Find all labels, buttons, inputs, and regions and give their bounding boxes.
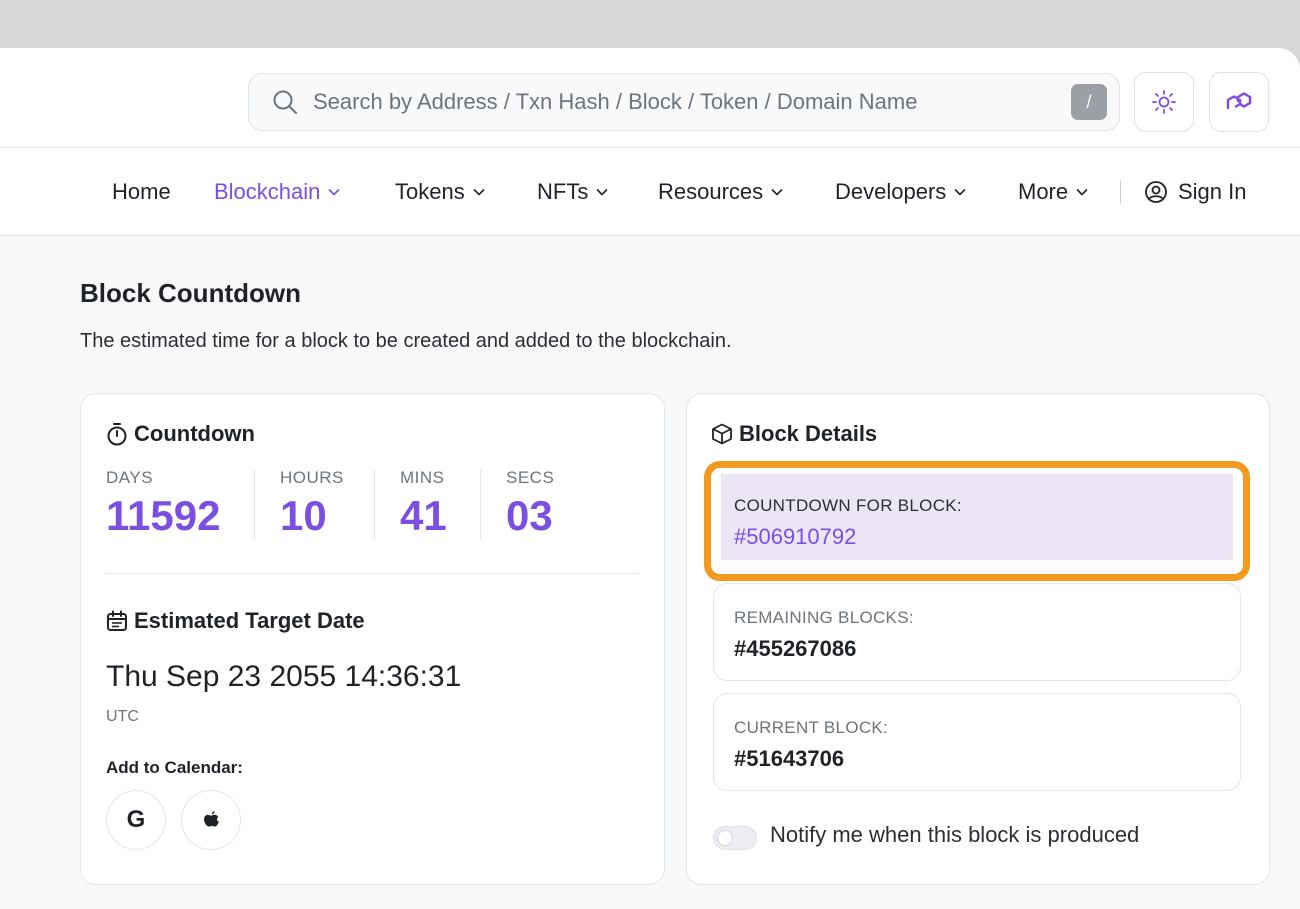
current-block-value: #51643706: [734, 746, 845, 771]
days-label: DAYS: [106, 468, 154, 487]
search-shortcut-badge: /: [1071, 84, 1107, 120]
mins-label: MINS: [400, 468, 445, 487]
timezone-label: UTC: [106, 708, 139, 725]
target-date-title-text: Estimated Target Date: [134, 608, 365, 633]
countdown-mins: MINS 41: [400, 468, 447, 540]
sun-icon: [1152, 90, 1176, 114]
main-nav: Home Blockchain Tokens NFTs Resources De…: [0, 148, 1300, 236]
page-title: Block Countdown: [80, 278, 301, 308]
calendar-icon: [107, 610, 127, 631]
countdown-days: DAYS 11592: [106, 468, 220, 540]
nav-more-label: More: [1018, 179, 1069, 204]
countdown-separator: [480, 470, 481, 540]
secs-value: 03: [506, 492, 553, 539]
nav-resources[interactable]: Resources: [658, 148, 783, 236]
user-circle-icon: [1145, 181, 1167, 203]
chevron-down-icon: [771, 188, 783, 196]
countdown-divider: [106, 573, 638, 574]
search-bar[interactable]: Search by Address / Txn Hash / Block / T…: [248, 73, 1120, 131]
nav-tokens-label: Tokens: [395, 179, 465, 204]
nav-home[interactable]: Home: [112, 148, 171, 236]
target-date-title: Estimated Target Date: [106, 608, 365, 634]
mins-value: 41: [400, 492, 447, 539]
browser-window: Search by Address / Txn Hash / Block / T…: [0, 48, 1300, 909]
sign-in-link[interactable]: Sign In: [1144, 148, 1247, 236]
remaining-blocks-box: REMAINING BLOCKS: #455267086: [713, 583, 1241, 681]
block-details-title: Block Details: [711, 421, 877, 447]
nav-developers-label: Developers: [835, 179, 947, 204]
toggle-knob: [717, 830, 733, 846]
countdown-separator: [374, 470, 375, 540]
chevron-down-icon: [473, 188, 485, 196]
nav-nfts[interactable]: NFTs: [537, 148, 608, 236]
search-input[interactable]: Search by Address / Txn Hash / Block / T…: [307, 89, 1071, 115]
nav-nfts-label: NFTs: [537, 179, 589, 204]
stopwatch-icon: [107, 423, 127, 446]
google-icon: G: [126, 806, 146, 833]
countdown-title-text: Countdown: [134, 421, 255, 446]
google-calendar-button[interactable]: G: [106, 790, 166, 850]
remaining-blocks-value: #455267086: [734, 636, 857, 661]
secs-label: SECS: [506, 468, 555, 487]
nav-resources-label: Resources: [658, 179, 764, 204]
nav-divider: [1120, 180, 1121, 204]
top-bar: Search by Address / Txn Hash / Block / T…: [0, 48, 1300, 148]
countdown-title: Countdown: [106, 421, 255, 447]
nav-blockchain-label: Blockchain: [214, 179, 321, 204]
block-details-title-text: Block Details: [739, 421, 878, 446]
hours-value: 10: [280, 492, 327, 539]
search-icon: [263, 73, 307, 131]
hours-label: HOURS: [280, 468, 344, 487]
sign-in-label: Sign In: [1178, 179, 1247, 204]
notify-label: Notify me when this block is produced: [770, 822, 1140, 847]
apple-icon: [204, 811, 219, 827]
cube-icon: [712, 423, 732, 445]
countdown-secs: SECS 03: [506, 468, 554, 540]
current-block-label: CURRENT BLOCK:: [734, 718, 889, 737]
page-description: The estimated time for a block to be cre…: [80, 330, 732, 352]
countdown-card: [80, 393, 665, 885]
remaining-blocks-label: REMAINING BLOCKS:: [734, 608, 914, 627]
nav-developers[interactable]: Developers: [835, 148, 966, 236]
days-value: 11592: [106, 492, 221, 539]
target-date-value: Thu Sep 23 2055 14:36:31: [106, 660, 462, 693]
nav-more[interactable]: More: [1018, 148, 1088, 236]
theme-toggle-button[interactable]: [1134, 72, 1194, 132]
nav-tokens[interactable]: Tokens: [395, 148, 485, 236]
notify-toggle[interactable]: [713, 826, 757, 850]
chevron-down-icon: [596, 188, 608, 196]
countdown-hours: HOURS 10: [280, 468, 344, 540]
current-block-box: CURRENT BLOCK: #51643706: [713, 693, 1241, 791]
polygon-logo-icon: [1226, 92, 1252, 110]
highlight-annotation: [704, 461, 1250, 581]
apple-calendar-button[interactable]: [181, 790, 241, 850]
chevron-down-icon: [954, 188, 966, 196]
countdown-separator: [254, 470, 255, 540]
chevron-down-icon: [328, 188, 340, 196]
network-button[interactable]: [1209, 72, 1269, 132]
chevron-down-icon: [1076, 188, 1088, 196]
add-to-calendar-label: Add to Calendar:: [106, 758, 243, 777]
nav-blockchain[interactable]: Blockchain: [214, 148, 340, 236]
nav-home-label: Home: [112, 179, 171, 204]
